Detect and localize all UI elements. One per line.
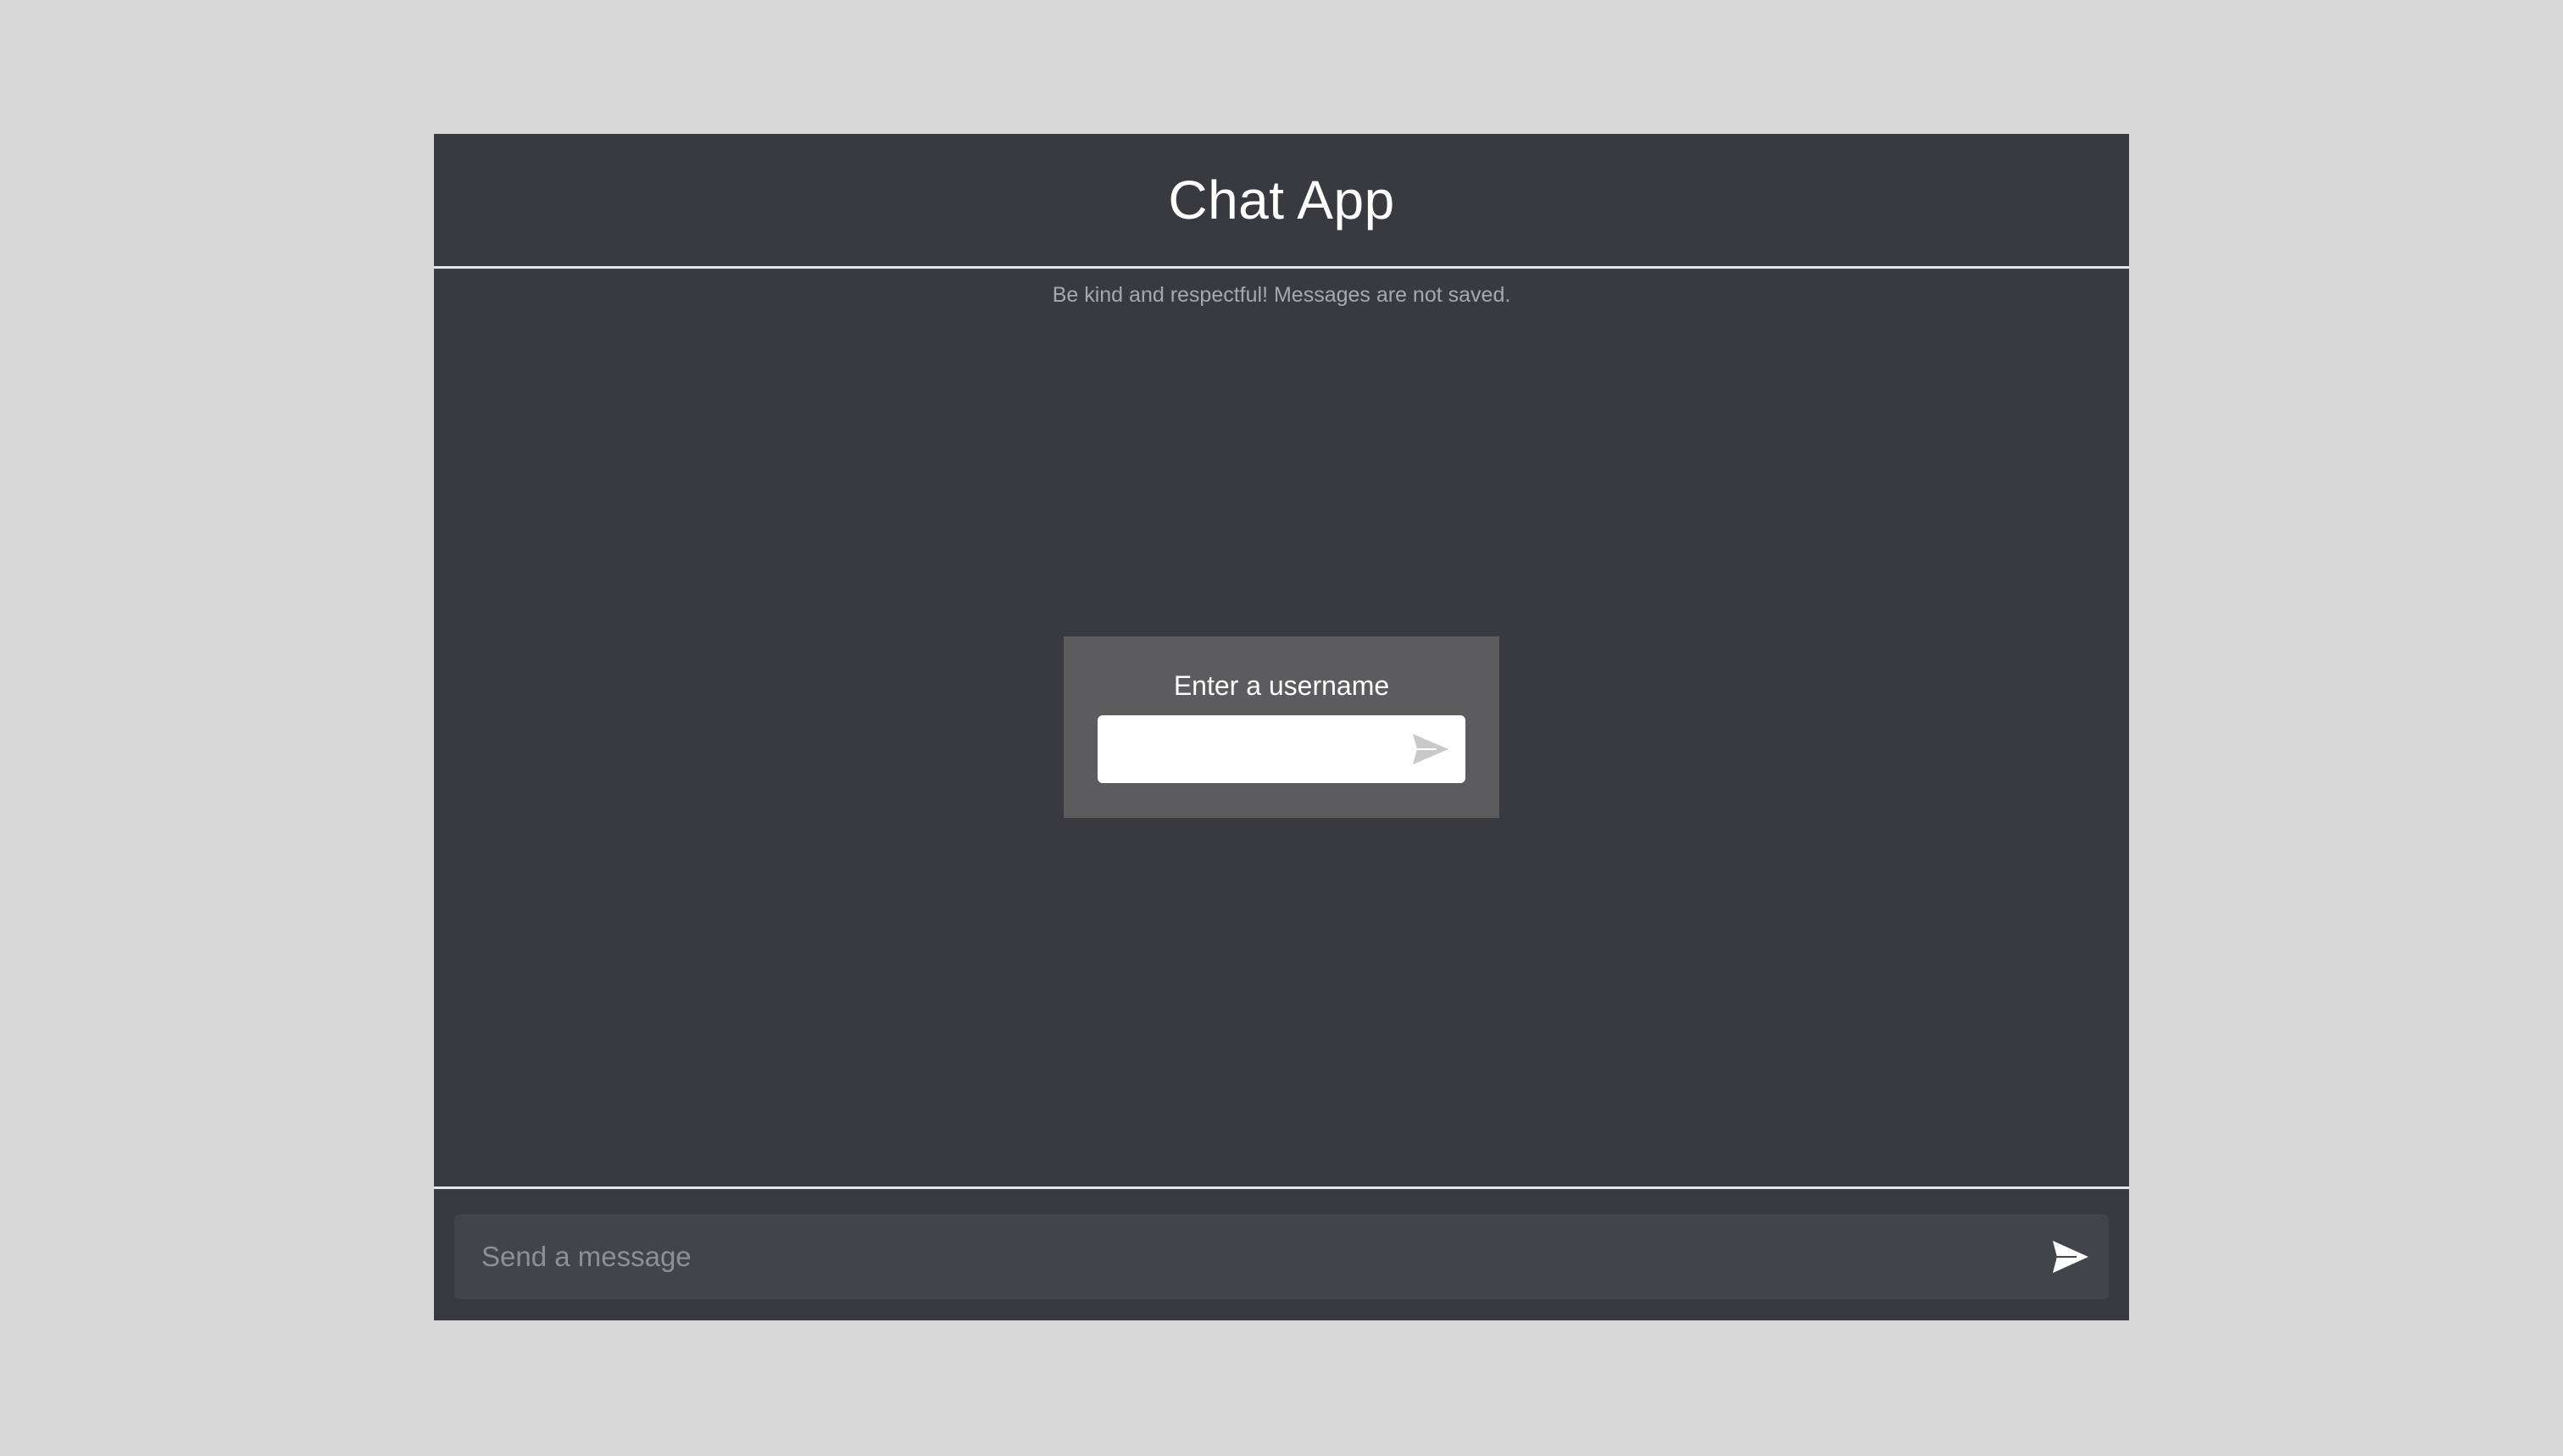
- username-input[interactable]: [1098, 715, 1403, 783]
- app-title: Chat App: [1168, 169, 1395, 231]
- username-field-container: [1098, 715, 1465, 783]
- chat-notice: Be kind and respectful! Messages are not…: [1052, 283, 1511, 307]
- chat-app-window: Chat App Be kind and respectful! Message…: [434, 134, 2129, 1320]
- message-input[interactable]: [454, 1214, 2031, 1299]
- message-box: [454, 1214, 2109, 1299]
- send-icon[interactable]: [1411, 732, 1450, 766]
- username-label: Enter a username: [1173, 670, 1390, 701]
- message-composer: [434, 1189, 2129, 1320]
- send-icon[interactable]: [2051, 1239, 2090, 1275]
- app-header: Chat App: [434, 134, 2129, 266]
- username-modal: Enter a username: [1064, 636, 1499, 818]
- header-divider: [434, 266, 2129, 269]
